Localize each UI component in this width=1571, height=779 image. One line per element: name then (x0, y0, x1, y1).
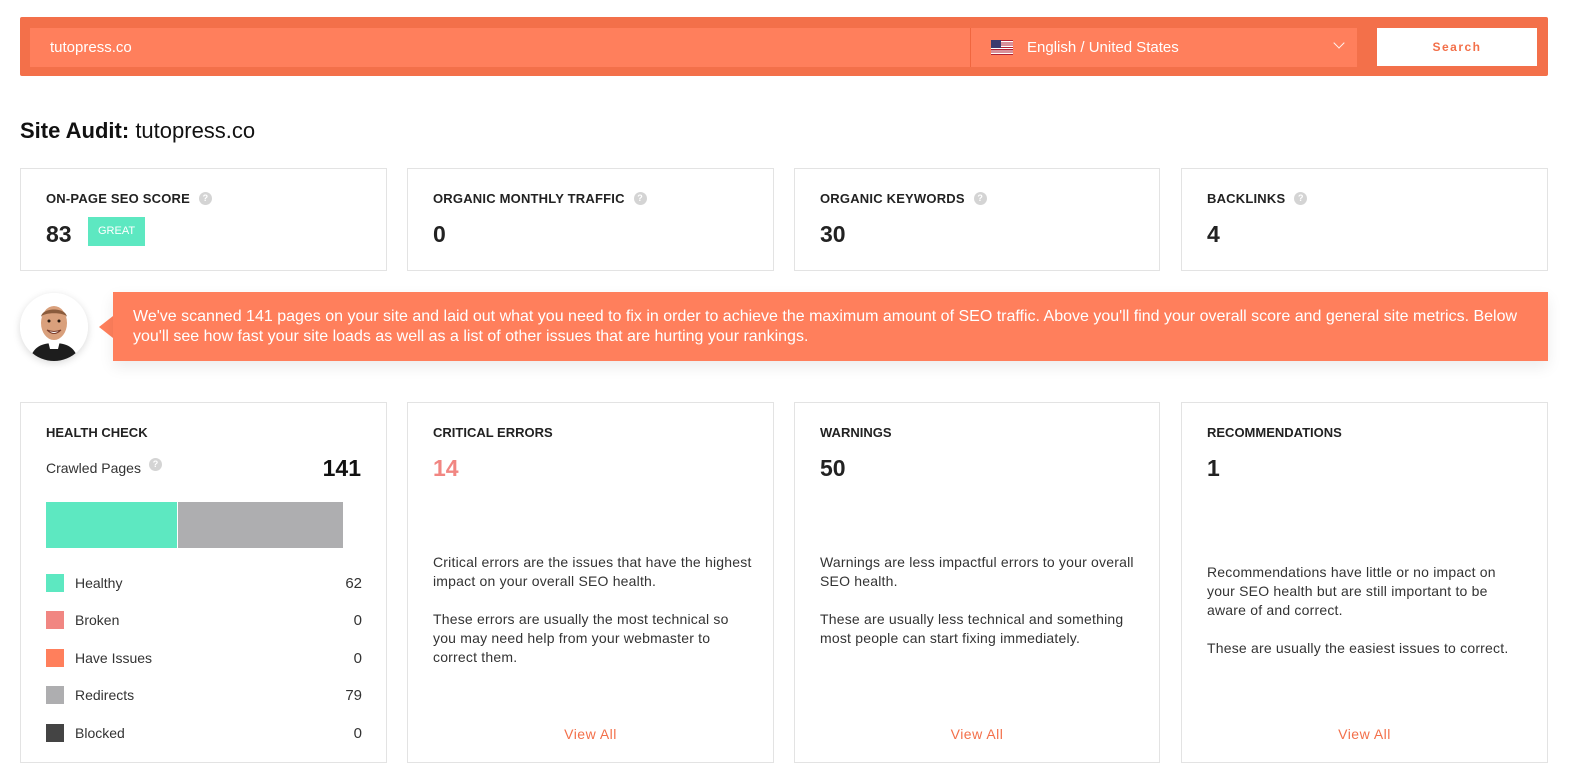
legend-swatch (46, 649, 64, 667)
avatar (20, 293, 88, 361)
legend-label: Broken (75, 612, 120, 628)
metric-label-text: ORGANIC KEYWORDS (820, 191, 965, 206)
legend-swatch (46, 686, 64, 704)
metric-label-text: BACKLINKS (1207, 191, 1286, 206)
help-icon[interactable]: ? (148, 457, 162, 471)
metric-label-text: ON-PAGE SEO SCORE (46, 191, 191, 206)
health-bar-segment-redirects (176, 502, 343, 548)
recommendations-label: RECOMMENDATIONS (1207, 425, 1342, 440)
warnings-desc-2: These are usually less technical and som… (820, 611, 1124, 646)
recommendations-value: 1 (1207, 455, 1220, 481)
search-bar: English / United States Search (20, 17, 1548, 76)
metric-value: 83 (46, 221, 72, 247)
metric-label: ORGANIC KEYWORDS ? (820, 191, 987, 206)
critical-errors-view-all-link[interactable]: View All (408, 726, 773, 742)
warnings-view-all-link[interactable]: View All (795, 726, 1159, 742)
health-bar-segment-healthy (46, 502, 177, 548)
metric-value: 0 (433, 221, 446, 247)
metric-card-organic-traffic: ORGANIC MONTHLY TRAFFIC ? 0 (407, 168, 774, 271)
legend-value: 0 (353, 724, 362, 742)
warnings-desc-1: Warnings are less impactful errors to yo… (820, 554, 1134, 589)
legend-label: Healthy (75, 575, 123, 591)
status-badge: GREAT (88, 217, 146, 246)
avatar-portrait-icon (20, 293, 88, 361)
metric-label-text: ORGANIC MONTHLY TRAFFIC (433, 191, 625, 206)
warnings-value: 50 (820, 455, 846, 481)
search-button[interactable]: Search (1377, 28, 1537, 66)
legend-value: 62 (345, 574, 362, 592)
health-check-card: HEALTH CHECK Crawled Pages ? 141 Healthy… (20, 402, 387, 763)
help-icon[interactable]: ? (1294, 192, 1308, 205)
health-bar (46, 502, 343, 548)
recommendations-view-all-link[interactable]: View All (1182, 726, 1547, 742)
legend-value: 0 (353, 649, 362, 667)
crawled-pages-label-text: Crawled Pages (46, 460, 141, 476)
page-title-domain: tutopress.co (135, 118, 256, 143)
metric-card-backlinks: BACKLINKS ? 4 (1181, 168, 1548, 271)
critical-errors-desc-2: These errors are usually the most techni… (433, 611, 729, 665)
crawled-pages-label: Crawled Pages ? (46, 457, 162, 476)
warnings-card: WARNINGS 50 Warnings are less impactful … (794, 402, 1160, 763)
metric-value: 30 (820, 221, 846, 247)
crawled-pages-value: 141 (322, 455, 361, 481)
legend-label: Have Issues (75, 650, 153, 666)
scan-summary-banner: We've scanned 141 pages on your site and… (113, 292, 1548, 361)
legend-swatch (46, 574, 64, 592)
help-icon[interactable]: ? (973, 192, 987, 205)
us-flag-icon (991, 40, 1013, 55)
legend-label: Redirects (75, 687, 135, 703)
recommendations-card: RECOMMENDATIONS 1 Recommendations have l… (1181, 402, 1548, 763)
recommendations-desc-1: Recommendations have little or no impact… (1207, 564, 1496, 618)
legend-value: 0 (353, 611, 362, 629)
page-title-prefix: Site Audit: (20, 118, 130, 143)
legend-item-have-issues[interactable]: Have Issues 0 (46, 648, 362, 668)
language-select-label: English / United States (1027, 39, 1179, 56)
chevron-down-icon (1333, 37, 1345, 49)
legend-label: Blocked (75, 725, 125, 741)
metric-label: ORGANIC MONTHLY TRAFFIC ? (433, 191, 647, 206)
warnings-label: WARNINGS (820, 425, 892, 440)
legend-value: 79 (345, 686, 362, 704)
language-select[interactable]: English / United States (970, 28, 1357, 67)
metric-value: 4 (1207, 221, 1220, 247)
metric-card-seo-score: ON-PAGE SEO SCORE ? 83 GREAT (20, 168, 387, 271)
metric-label: ON-PAGE SEO SCORE ? (46, 191, 213, 206)
legend-swatch (46, 611, 64, 629)
page-title: Site Audit: tutopress.co (20, 118, 255, 144)
legend-swatch (46, 724, 64, 742)
help-icon[interactable]: ? (633, 192, 647, 205)
health-check-label: HEALTH CHECK (46, 425, 148, 440)
legend-item-blocked[interactable]: Blocked 0 (46, 723, 362, 743)
legend-item-broken[interactable]: Broken 0 (46, 610, 362, 630)
critical-errors-card: CRITICAL ERRORS 14 Critical errors are t… (407, 402, 774, 763)
critical-errors-value: 14 (433, 455, 459, 481)
recommendations-desc-2: These are usually the easiest issues to … (1207, 640, 1509, 656)
help-icon[interactable]: ? (199, 192, 213, 205)
critical-errors-label: CRITICAL ERRORS (433, 425, 553, 440)
metric-card-organic-keywords: ORGANIC KEYWORDS ? 30 (794, 168, 1160, 271)
metric-label: BACKLINKS ? (1207, 191, 1308, 206)
legend-item-redirects[interactable]: Redirects 79 (46, 685, 362, 705)
critical-errors-desc-1: Critical errors are the issues that have… (433, 554, 752, 589)
domain-search-input[interactable] (30, 28, 970, 67)
legend-item-healthy[interactable]: Healthy 62 (46, 573, 362, 593)
banner-pointer (99, 316, 113, 338)
